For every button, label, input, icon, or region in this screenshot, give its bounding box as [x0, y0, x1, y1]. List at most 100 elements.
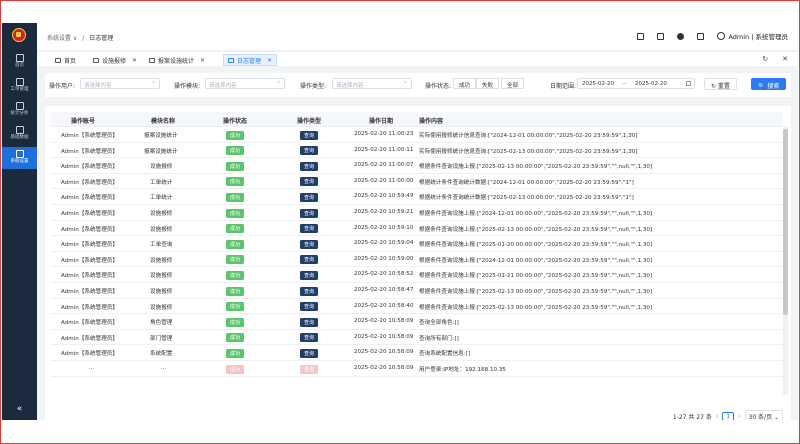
type-badge: 查询 [300, 161, 319, 171]
column-header-date: 操作日期 [369, 118, 394, 125]
cell-module: 报案设施统计 [144, 148, 178, 155]
pagination: 1-27 共 27 条 ‹ 1 › 30 条/页 ⌄ [673, 410, 783, 420]
table-row[interactable]: Admin【系统管理员】 工单统计 成功 查询 2025-02-20 11:00:00 根… [51, 174, 783, 190]
tab-facility-repair[interactable]: 设施报修 ✕ [89, 54, 141, 66]
table-row[interactable]: Admin【系统管理员】 工单统计 成功 查询 2025-02-20 10:59:49 根… [51, 189, 783, 205]
cell-content: 用户登录:IP地址：192.168.10.35 [419, 367, 506, 373]
cell-date: 2025-02-20 10:59:04 [354, 240, 414, 247]
type-filter-label: 操作类型: [300, 83, 327, 90]
status-badge: 成功 [226, 348, 245, 358]
breadcrumb-separator: / [82, 35, 85, 42]
sidebar-item-basedata[interactable]: 基础数据 [2, 123, 37, 145]
cell-content: 查询所有部门:[] [419, 335, 459, 342]
table-row[interactable]: Admin【系统管理员】 设施报修 成功 查询 2025-02-20 11:00:07 根… [51, 158, 783, 174]
table-row[interactable]: Admin【系统管理员】 报案设施统计 成功 查询 2025-02-20 11:00:2… [51, 127, 783, 143]
table-row[interactable]: Admin【系统管理员】 角色管理 成功 查询 2025-02-20 10:58:09 查… [51, 314, 783, 330]
scrollbar-thumb[interactable] [783, 129, 788, 315]
search-button[interactable]: 🔍 搜索 [751, 78, 787, 90]
chart-icon [15, 102, 24, 110]
app-window: 首页 工单管理 统计分析 基础数据 系统设置 « 系统设置 ∨ / 日志管理 A… [2, 23, 798, 420]
table-row[interactable]: Admin【系统管理员】 报案设施统计 成功 查询 2025-02-20 11:00:1… [51, 143, 783, 159]
close-icon[interactable]: ✕ [267, 57, 272, 64]
tab-home[interactable]: 首页 [51, 54, 80, 66]
status-badge: 成功 [226, 270, 245, 280]
cell-module: ... [161, 365, 167, 371]
language-icon[interactable] [697, 32, 705, 40]
refresh-icon[interactable]: ↻ [762, 55, 768, 63]
collapse-sidebar-button[interactable]: « [2, 404, 37, 414]
close-icon[interactable]: ✕ [200, 57, 205, 64]
status-option-success[interactable]: 成功 [453, 78, 477, 89]
cell-date: 2025-02-20 10:59:00 [354, 255, 414, 262]
cell-date: 2025-02-20 10:58:09 [354, 349, 414, 356]
sidebar-item-label: 工单管理 [10, 87, 29, 92]
breadcrumb-parent[interactable]: 系统设置 ∨ [47, 35, 77, 42]
gear-icon [15, 78, 24, 86]
home-icon [55, 57, 61, 63]
table-row[interactable]: Admin【系统管理员】 设施报修 成功 查询 2025-02-20 10:59:21 根… [51, 205, 783, 221]
reset-button[interactable]: ↻ 重置 [704, 78, 737, 90]
table-row[interactable]: Admin【系统管理员】 部门管理 成功 查询 2025-02-20 10:58:09 查… [51, 330, 783, 346]
cell-date: 2025-02-20 10:59:21 [354, 209, 414, 215]
monitor-icon[interactable] [637, 32, 645, 40]
status-badge: 成功 [226, 161, 245, 171]
status-badge: 成功 [226, 239, 245, 249]
close-icon[interactable]: ✕ [132, 57, 137, 64]
date-range-picker[interactable]: 2025-02-20 — 2025-02-20 [577, 78, 695, 89]
page-number-button[interactable]: 1 [722, 412, 735, 420]
type-filter-select[interactable]: 请选择内容 [332, 78, 412, 89]
status-option-failed[interactable]: 失败 [476, 78, 500, 89]
status-badge: 成功 [226, 364, 245, 374]
cell-content: 根据统计条件查询统计数据:["2025-02-13 00:00:00","202… [419, 195, 634, 202]
module-filter-select[interactable]: 请选择内容 [205, 78, 285, 89]
sidebar-item-label: 统计分析 [10, 111, 29, 116]
prev-page-button[interactable]: ‹ [716, 413, 718, 420]
table-row[interactable]: Admin【系统管理员】 系统配置 成功 查询 2025-02-20 10:58:09 查… [51, 345, 783, 361]
close-all-icon[interactable]: ✕ [782, 55, 788, 63]
cell-account: Admin【系统管理员】 [61, 242, 118, 249]
cell-module: 工单统计 [150, 179, 173, 186]
status-option-all[interactable]: 全部 [501, 78, 525, 89]
table-row[interactable]: Admin【系统管理员】 工单查询 成功 查询 2025-02-20 10:59:04 根… [51, 236, 783, 252]
table-row[interactable]: Admin【系统管理员】 设施报修 成功 查询 2025-02-20 10:58:40 根… [51, 299, 783, 315]
table-body: Admin【系统管理员】 报案设施统计 成功 查询 2025-02-20 11:00:2… [51, 127, 783, 395]
table-header: 操作账号 模块名称 操作状态 操作类型 操作日期 操作内容 [51, 112, 783, 127]
theme-icon[interactable] [677, 32, 685, 40]
cell-date: 2025-02-20 10:58:09 [354, 318, 414, 325]
cell-content: 根据条件查询设施上报:["2024-12-01 00:00:00","2025-… [419, 211, 653, 217]
page-size-select[interactable]: 30 条/页 ⌄ [744, 410, 783, 420]
table-row[interactable]: Admin【系统管理员】 设施报修 成功 查询 2025-02-20 10:59:00 根… [51, 252, 783, 268]
column-header-module: 模块名称 [151, 118, 176, 125]
cell-account: Admin【系统管理员】 [61, 257, 118, 264]
fullscreen-icon[interactable] [657, 32, 665, 40]
sidebar-item-settings[interactable]: 系统设置 [2, 147, 37, 169]
date-range-label: 日期范围: [550, 83, 577, 90]
cell-account: Admin【系统管理员】 [61, 335, 118, 342]
user-menu[interactable]: Admin | 系统管理员 [717, 31, 788, 41]
sidebar-item-statistics[interactable]: 统计分析 [2, 99, 37, 121]
cell-module: 设施报修 [150, 257, 173, 264]
status-badge: 成功 [226, 177, 245, 187]
table-scrollbar[interactable] [783, 127, 788, 395]
sidebar-item-workorder[interactable]: 工单管理 [2, 75, 37, 97]
cell-module: 设施报修 [150, 304, 173, 311]
logo-icon [12, 28, 26, 42]
filter-bar: 操作用户: 请选择内容 操作模块: 请选择内容 操作类型: 请选择内容 操作状态… [45, 73, 791, 97]
tab-facility-statistics[interactable]: 报案设施统计 ✕ [145, 54, 209, 66]
cell-account: Admin【系统管理员】 [61, 226, 118, 233]
cell-date: 2025-02-20 11:00:23 [354, 131, 414, 137]
tab-bar: 首页 设施报修 ✕ 报案设施统计 ✕ 日志管理 ✕ ↻ ✕ [37, 51, 798, 66]
table-row[interactable]: ...... 成功 查询 2025-02-20 10:58:09 用户登录:IP地址：1… [51, 361, 783, 377]
cell-module: 部门管理 [150, 335, 173, 342]
cell-account: Admin【系统管理员】 [61, 164, 118, 171]
sidebar-item-home[interactable]: 首页 [2, 51, 37, 73]
status-badge: 成功 [226, 317, 245, 327]
date-separator: — [621, 81, 628, 87]
table-row[interactable]: Admin【系统管理员】 设施报修 成功 查询 2025-02-20 10:59:10 根… [51, 221, 783, 237]
table-row[interactable]: Admin【系统管理员】 设施报修 成功 查询 2025-02-20 10:58:52 根… [51, 267, 783, 283]
user-filter-select[interactable]: 请选择内容 [80, 78, 160, 89]
next-page-button[interactable]: › [738, 413, 740, 420]
table-row[interactable]: Admin【系统管理员】 设施报修 成功 查询 2025-02-20 10:58:47 根… [51, 283, 783, 299]
tab-log-management[interactable]: 日志管理 ✕ [223, 54, 278, 66]
type-badge: 查询 [300, 177, 319, 187]
